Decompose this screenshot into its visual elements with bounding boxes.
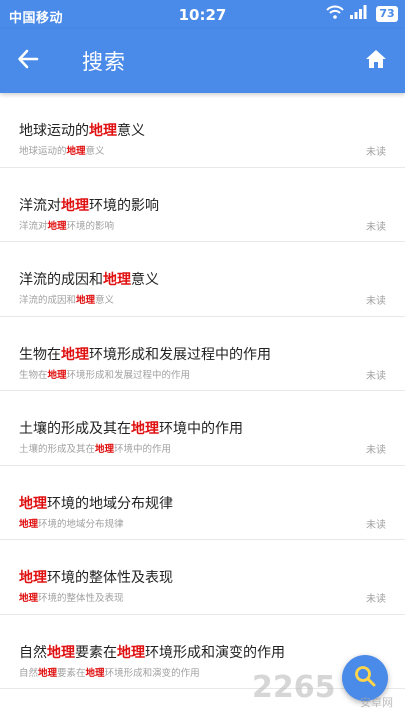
item-title: 地理环境的地域分布规律 [19, 495, 173, 512]
read-status: 未读 [366, 445, 386, 456]
item-subtitle: 洋流的成因和地理意义 [19, 295, 115, 306]
search-icon [354, 665, 376, 691]
item-subtitle: 土壤的形成及其在地理环境中的作用 [19, 444, 172, 455]
item-title: 地球运动的地理意义 [19, 123, 145, 139]
list-item[interactable]: 洋流的成因和地理意义 洋流的成因和地理意义 未读 [0, 242, 405, 317]
list-item[interactable]: 地理环境的整体性及表现 地理环境的整体性及表现 未读 [0, 540, 405, 615]
item-title: 地理环境的整体性及表现 [19, 570, 173, 586]
home-button[interactable] [360, 45, 392, 77]
list-item[interactable]: 地理环境的地域分布规律 地理环境的地域分布规律 未读 [0, 465, 405, 540]
read-status: 未读 [366, 370, 386, 382]
item-subtitle: 自然地理要素在地理环境形成和演变的作用 [19, 667, 200, 679]
list-item[interactable]: 土壤的形成及其在地理环境中的作用 土壤的形成及其在地理环境中的作用 未读 [0, 391, 405, 466]
wifi-icon [326, 5, 344, 23]
item-title: 洋流对地理环境的影响 [19, 197, 159, 214]
item-subtitle: 地理环境的地域分布规律 [19, 518, 124, 530]
read-status: 未读 [366, 594, 386, 605]
read-status: 未读 [366, 519, 386, 531]
status-bar: 中国移动 10:27 73 [0, 0, 405, 29]
item-title: 自然地理要素在地理环境形成和演变的作用 [19, 644, 285, 661]
arrow-left-icon [17, 48, 39, 74]
search-results-list: 地球运动的地理意义 地球运动的地理意义 未读 洋流对地理环境的影响 洋流对地理环… [0, 93, 405, 689]
watermark-caption: 安卓网 [360, 696, 393, 709]
battery-indicator: 73 [376, 6, 398, 22]
item-subtitle: 地理环境的整体性及表现 [19, 593, 124, 604]
read-status: 未读 [366, 221, 386, 233]
item-subtitle: 生物在地理环境形成和发展过程中的作用 [19, 369, 191, 381]
watermark-logo: 2265 [252, 670, 336, 705]
read-status: 未读 [366, 296, 386, 307]
item-subtitle: 地球运动的地理意义 [19, 146, 105, 157]
list-item[interactable]: 生物在地理环境形成和发展过程中的作用 生物在地理环境形成和发展过程中的作用 未读 [0, 316, 405, 391]
item-title: 洋流的成因和地理意义 [19, 272, 159, 288]
list-item[interactable]: 洋流对地理环境的影响 洋流对地理环境的影响 未读 [0, 167, 405, 242]
item-title: 土壤的形成及其在地理环境中的作用 [19, 421, 243, 437]
app-bar: 搜索 [0, 29, 405, 93]
item-subtitle: 洋流对地理环境的影响 [19, 220, 115, 232]
item-title: 生物在地理环境形成和发展过程中的作用 [19, 346, 271, 363]
list-item[interactable]: 地球运动的地理意义 地球运动的地理意义 未读 [0, 93, 405, 168]
read-status: 未读 [366, 147, 386, 158]
back-button[interactable] [12, 45, 44, 77]
status-icons: 73 [326, 5, 398, 23]
signal-icon [350, 5, 370, 23]
home-icon [365, 49, 387, 73]
page-title: 搜索 [82, 50, 126, 74]
